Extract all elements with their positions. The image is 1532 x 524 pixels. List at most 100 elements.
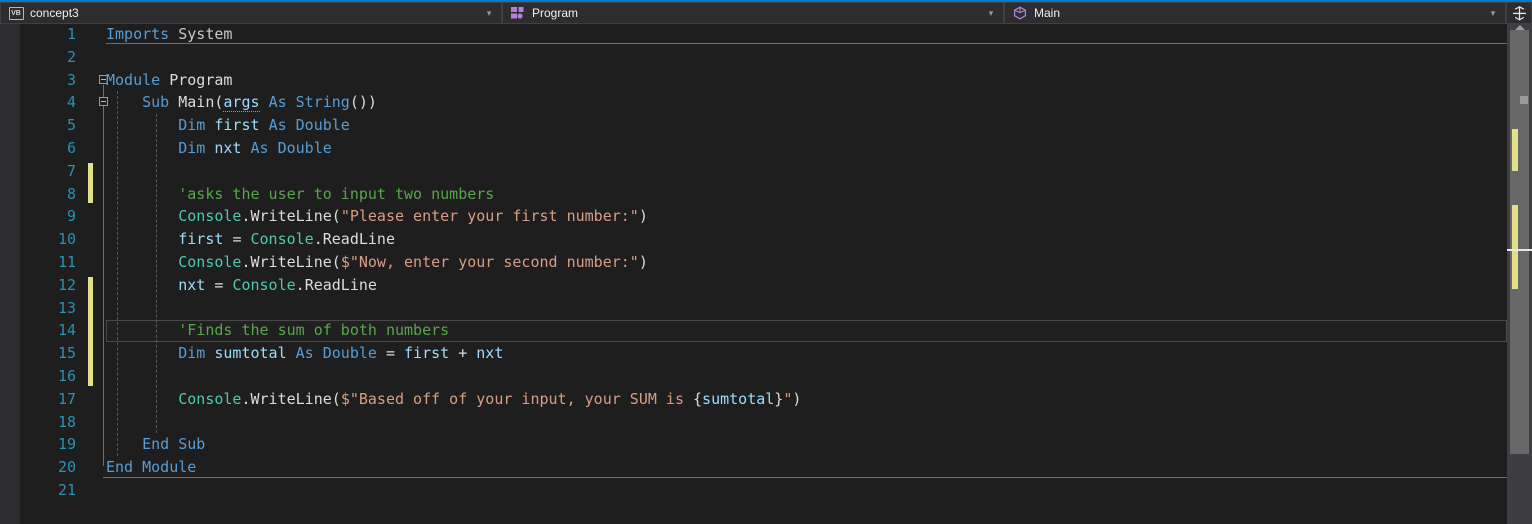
code-line-text[interactable]: Dim nxt As Double xyxy=(106,137,332,160)
code-line-text[interactable]: Imports System xyxy=(106,24,232,46)
project-dropdown[interactable]: VB concept3 ▾ xyxy=(0,2,502,24)
code-token: . xyxy=(313,230,323,249)
chevron-down-icon[interactable]: ▾ xyxy=(1485,8,1505,18)
code-line[interactable]: 15 Dim sumtotal As Double = first + nxt xyxy=(0,342,1532,365)
code-line[interactable]: 4 Sub Main(args As String()) xyxy=(0,91,1532,114)
code-line[interactable]: 9 Console.WriteLine("Please enter your f… xyxy=(0,205,1532,228)
code-line[interactable]: 10 first = Console.ReadLine xyxy=(0,228,1532,251)
line-number: 12 xyxy=(57,275,76,294)
line-number: 6 xyxy=(66,139,76,157)
code-token: ()) xyxy=(349,93,377,112)
code-token: Double xyxy=(322,344,377,363)
code-line[interactable]: 11 Console.WriteLine($"Now, enter your s… xyxy=(0,251,1532,274)
scrollbar-annotation-marker xyxy=(1520,96,1528,104)
line-number: 21 xyxy=(57,481,76,499)
code-line-text[interactable]: End Module xyxy=(106,456,196,479)
chevron-down-icon[interactable]: ▾ xyxy=(481,8,501,18)
code-line-text[interactable]: Dim sumtotal As Double = first + nxt xyxy=(106,342,503,365)
code-token: . xyxy=(241,207,251,226)
line-number: 20 xyxy=(57,458,76,477)
code-line[interactable]: 18 xyxy=(0,411,1532,434)
code-token: Console xyxy=(250,230,314,249)
code-editor-surface[interactable]: 1 Imports System 2 3 Module Program 4 Sub Mai… xyxy=(0,24,1532,524)
code-line-text[interactable]: first = Console.ReadLine xyxy=(106,228,395,251)
code-line-text[interactable]: Console.WriteLine($"Now, enter your seco… xyxy=(106,251,648,274)
line-number: 18 xyxy=(57,412,76,431)
code-token: } xyxy=(774,389,784,408)
code-line[interactable]: 16 xyxy=(0,365,1532,388)
line-number: 3 xyxy=(66,70,76,89)
split-view-button[interactable] xyxy=(1506,2,1532,24)
vb-file-icon: VB xyxy=(7,5,25,21)
code-token: . xyxy=(295,275,305,294)
chevron-down-icon[interactable]: ▾ xyxy=(983,8,1003,18)
code-text-area[interactable]: 1 Imports System 2 3 Module Program 4 Sub Mai… xyxy=(0,24,1532,524)
code-token: Program xyxy=(169,70,233,89)
code-token: ( xyxy=(331,389,341,408)
type-dropdown[interactable]: Program ▾ xyxy=(502,2,1004,24)
code-token: Dim xyxy=(178,139,206,157)
code-line[interactable]: 13 xyxy=(0,297,1532,320)
line-number: 5 xyxy=(66,116,76,135)
code-token: args xyxy=(223,93,260,113)
code-line[interactable]: 6 Dim nxt As Double xyxy=(0,137,1532,160)
code-line[interactable]: 21 xyxy=(0,479,1532,502)
code-token: = xyxy=(376,344,405,363)
code-line[interactable]: 8 'asks the user to input two numbers xyxy=(0,183,1532,206)
code-line-text[interactable]: End Sub xyxy=(106,433,205,456)
code-token: WriteLine xyxy=(250,389,332,408)
editor-navigation-bar: VB concept3 ▾ Program ▾ Main ▾ xyxy=(0,0,1532,24)
code-line-text[interactable]: Console.WriteLine($"Based off of your in… xyxy=(106,388,801,411)
code-token: Console xyxy=(232,275,296,294)
code-line-text[interactable]: 'Finds the sum of both numbers xyxy=(106,319,449,342)
code-token: . xyxy=(241,253,251,271)
code-token: ) xyxy=(638,207,648,226)
code-line-text[interactable]: 'asks the user to input two numbers xyxy=(106,183,494,206)
code-line[interactable]: 12 nxt = Console.ReadLine xyxy=(0,274,1532,297)
code-line-text[interactable]: Sub Main(args As String()) xyxy=(106,91,377,114)
vb-code-editor-window: VB concept3 ▾ Program ▾ Main ▾ 1 Imports… xyxy=(0,0,1532,524)
code-line[interactable]: 7 xyxy=(0,160,1532,183)
code-line[interactable]: 5 Dim first As Double xyxy=(0,114,1532,137)
code-token: $"Based off of your input, your SUM is xyxy=(340,389,694,408)
code-token: Dim xyxy=(178,344,206,363)
scrollbar-caret-marker xyxy=(1507,249,1532,251)
code-line[interactable]: 19 End Sub xyxy=(0,433,1532,456)
code-line[interactable]: 3 Module Program xyxy=(0,69,1532,92)
code-token: End xyxy=(106,458,134,477)
code-line-text[interactable]: Dim first As Double xyxy=(106,114,350,137)
scrollbar-change-marker xyxy=(1512,205,1518,289)
code-token: nxt xyxy=(476,344,504,363)
code-line-text[interactable]: nxt = Console.ReadLine xyxy=(106,274,377,297)
code-token: As xyxy=(268,93,287,112)
code-line-text[interactable]: Module Program xyxy=(106,69,232,92)
line-number: 14 xyxy=(57,321,76,340)
code-line[interactable]: 17 Console.WriteLine($"Based off of your… xyxy=(0,388,1532,411)
vertical-scrollbar[interactable] xyxy=(1507,24,1532,524)
line-number: 11 xyxy=(57,253,76,271)
code-line-text[interactable]: Console.WriteLine("Please enter your fir… xyxy=(106,205,648,228)
code-token: Console xyxy=(178,389,242,408)
code-token: first xyxy=(404,344,450,363)
code-line[interactable]: 20 End Module xyxy=(0,456,1532,479)
code-line[interactable]: 14 'Finds the sum of both numbers xyxy=(0,319,1532,342)
line-number: 9 xyxy=(66,207,76,226)
code-token: first xyxy=(178,230,224,249)
code-line[interactable]: 1 Imports System xyxy=(0,24,1532,46)
code-line[interactable]: 2 xyxy=(0,46,1532,69)
code-token: ReadLine xyxy=(322,230,395,249)
member-dropdown[interactable]: Main ▾ xyxy=(1004,2,1506,24)
